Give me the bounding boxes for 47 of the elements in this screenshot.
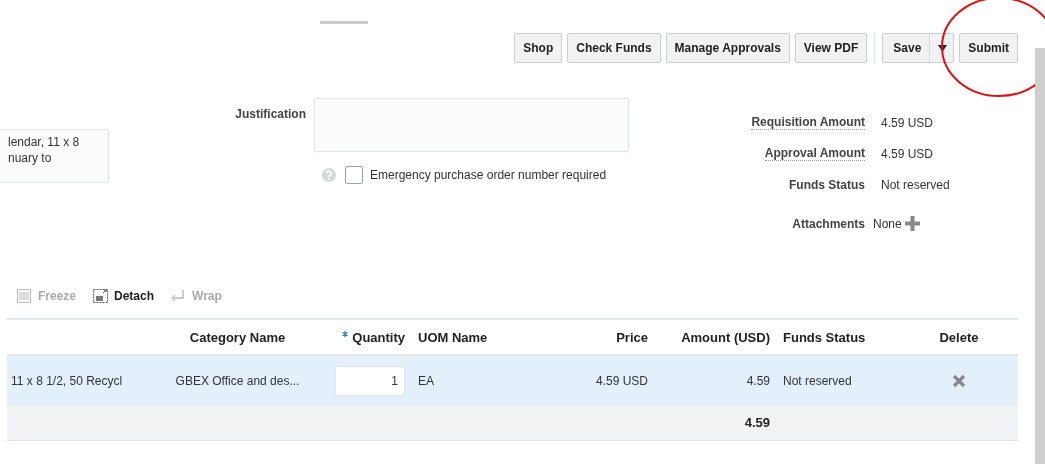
column-header: UOM Name [418, 329, 488, 345]
column-header: Delete [939, 329, 979, 345]
table-cell: 4.59 USD [595, 373, 648, 388]
columns-icon [17, 289, 32, 303]
toolbar-button[interactable]: Shop [514, 33, 563, 63]
toolbar-button[interactable]: Manage Approvals [665, 33, 790, 63]
column-header: Quantity [342, 329, 405, 345]
save-button[interactable]: Save [882, 33, 930, 63]
toolbar-button[interactable]: View PDF [794, 33, 868, 63]
toolbar-button[interactable]: Submit [959, 33, 1018, 63]
checkbox-label: Emergency purchase order number required [370, 168, 607, 182]
add-icon[interactable] [904, 216, 920, 231]
column-header: Price [616, 329, 648, 345]
quantity-field[interactable]: 1 [335, 365, 405, 396]
field-link[interactable]: Requisition Amount [751, 115, 865, 130]
field-value: 4.59 USD [881, 146, 935, 161]
table-row[interactable]: 11 x 8 1/2, 50 Recycl GBEX Office and des... 1 EA 4.59 USD 4.59 Not reserved [7, 356, 1018, 405]
field-label: Attachments [791, 216, 865, 231]
column-header: Funds Status [783, 329, 866, 345]
field-label: Justification [234, 106, 306, 121]
help-icon [322, 168, 336, 182]
field-value: None [873, 216, 902, 231]
checkbox[interactable] [345, 166, 363, 184]
toolbar-button[interactable]: Detach [93, 289, 155, 303]
scrollbar[interactable] [1035, 48, 1045, 464]
detach-icon [93, 289, 109, 303]
delete-icon[interactable] [952, 373, 966, 388]
required-icon [342, 330, 349, 337]
dropdown-button[interactable] [929, 33, 955, 63]
total-amount: 4.59 [744, 415, 770, 430]
return-arrow-icon [171, 289, 187, 303]
table-cell: GBEX Office and des... [175, 373, 300, 388]
field-value: 4.59 USD [881, 115, 935, 130]
column-header: Amount (USD) [681, 329, 770, 345]
column-header: Category Name [189, 329, 286, 345]
description-field[interactable]: lendar, 11 x 8 nuary to [0, 129, 109, 183]
field-link[interactable]: Approval Amount [764, 146, 865, 161]
table-cell: EA [418, 373, 434, 388]
justification-field[interactable] [314, 98, 629, 152]
field-value: Not reserved [881, 177, 951, 192]
caret-icon [938, 44, 948, 52]
table-cell: Not reserved [783, 373, 852, 388]
table-cell: 4.59 [746, 373, 770, 388]
field-label: Funds Status [789, 177, 865, 192]
tab-indicator [320, 21, 368, 24]
table-cell: 11 x 8 1/2, 50 Recycl [11, 373, 123, 388]
toolbar-button[interactable]: Check Funds [567, 33, 661, 63]
